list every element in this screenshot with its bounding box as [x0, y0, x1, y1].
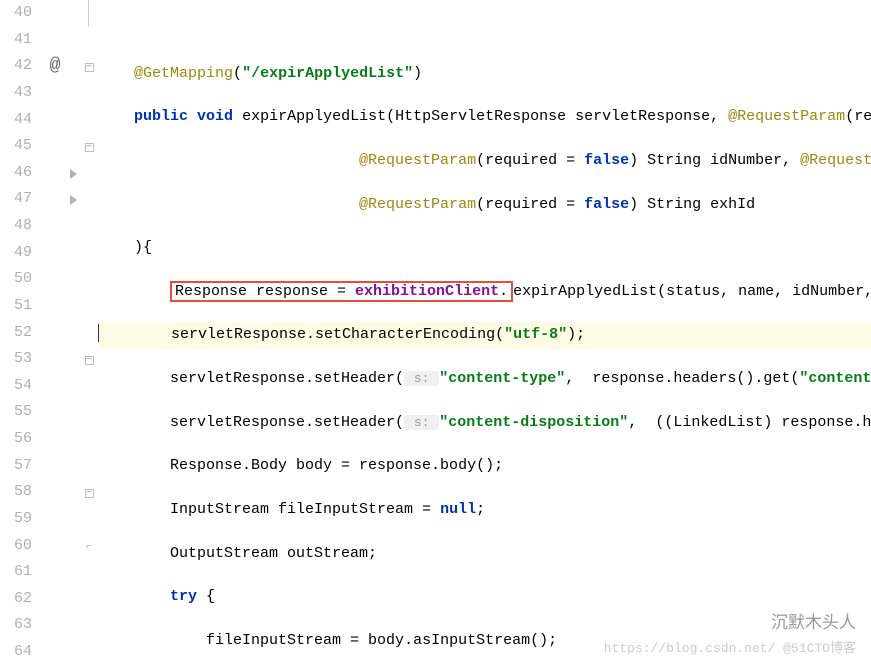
param-hint: s:: [404, 415, 439, 430]
override-marker[interactable]: @: [40, 53, 70, 80]
fold-column[interactable]: − − − − ⌐: [80, 0, 98, 666]
caret-icon: [98, 324, 99, 342]
fold-toggle-icon[interactable]: −: [85, 143, 94, 152]
highlighted-box: Response response = exhibitionClient.: [170, 281, 513, 302]
fold-end-icon: ⌐: [85, 544, 94, 553]
param-hint: s:: [404, 371, 439, 386]
fold-toggle-icon[interactable]: −: [85, 489, 94, 498]
marker-icon: [70, 169, 77, 179]
watermark-author: 沉默木头人: [771, 608, 856, 634]
line-number: 40: [0, 0, 32, 27]
watermark-url: https://blog.csdn.net/ @51CTO博客: [604, 637, 856, 656]
marker-icon: [70, 195, 77, 205]
code-area[interactable]: @GetMapping("/expirApplyedList") public …: [98, 0, 871, 666]
current-line: servletResponse.setCharacterEncoding("ut…: [98, 322, 871, 349]
line-number-gutter: 4041424344454647484950515253545556575859…: [0, 0, 40, 666]
fold-toggle-icon[interactable]: −: [85, 356, 94, 365]
gutter-icons: @: [40, 0, 70, 666]
breakpoint-column[interactable]: [70, 0, 80, 666]
fold-toggle-icon[interactable]: −: [85, 63, 94, 72]
code-editor[interactable]: 4041424344454647484950515253545556575859…: [0, 0, 871, 666]
